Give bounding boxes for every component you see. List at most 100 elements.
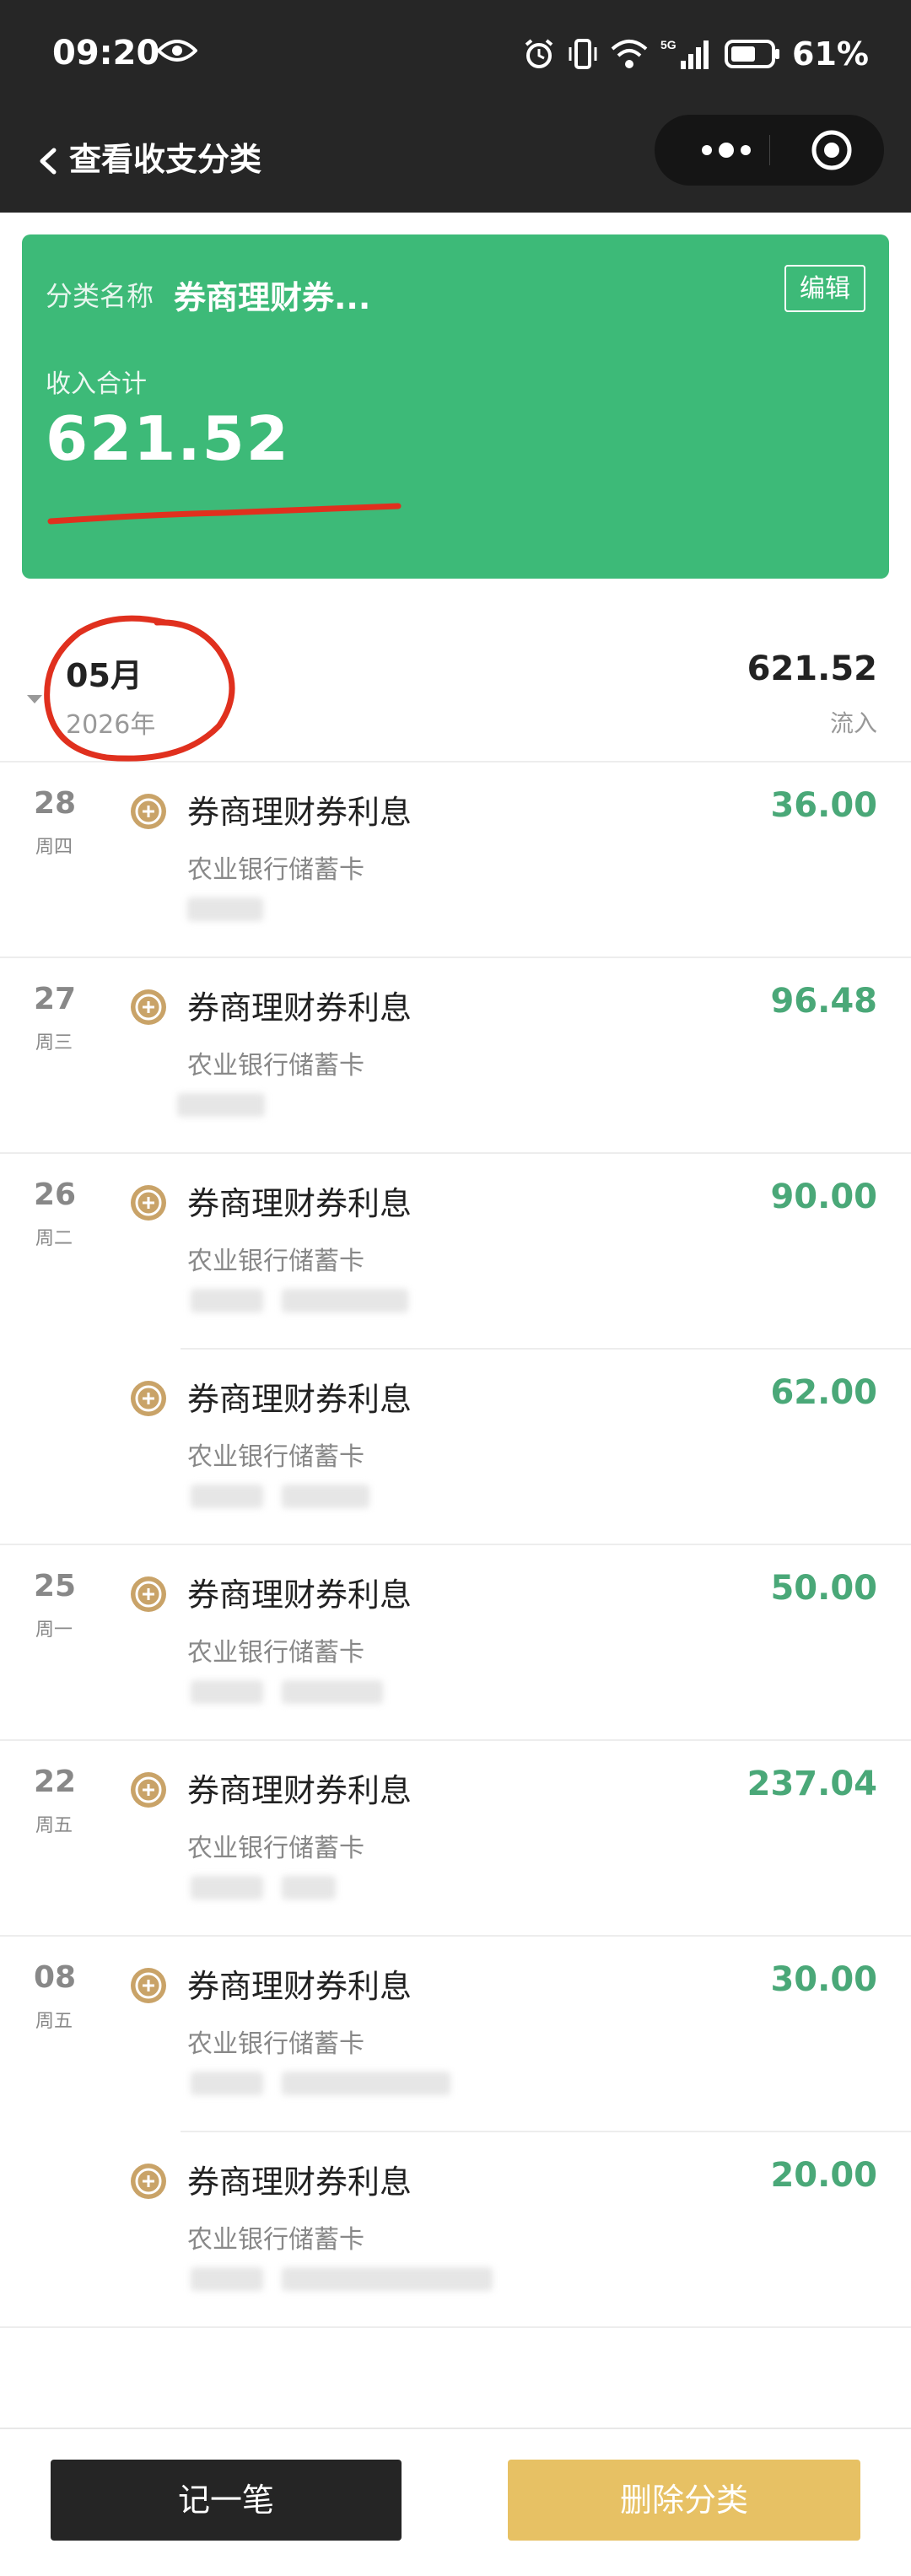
redacted-note (282, 2072, 450, 2095)
redacted-note (282, 1876, 336, 1900)
edit-button[interactable]: 编辑 (784, 265, 865, 312)
transaction-row[interactable]: 券商理财券利息 农业银行储蓄卡 62.00 (0, 1350, 911, 1545)
flow-label: 流入 (829, 709, 877, 737)
redacted-note (191, 1876, 263, 1900)
transaction-account: 农业银行储蓄卡 (187, 2225, 364, 2255)
weekday: 周二 (35, 1228, 73, 1249)
redacted-note (282, 1485, 369, 1508)
transaction-account: 农业银行储蓄卡 (187, 1834, 364, 1863)
redacted-note (191, 1289, 263, 1312)
weekday: 周三 (35, 1032, 73, 1054)
red-circle-annotation (44, 615, 235, 762)
eye-icon (157, 40, 197, 62)
5g-signal-icon: 5G (660, 38, 709, 69)
category-name: 券商理财券... (174, 279, 371, 316)
redacted-note (282, 2267, 493, 2291)
weekday: 周五 (35, 1815, 73, 1836)
day-number: 28 (34, 786, 77, 821)
redacted-note (191, 1680, 263, 1704)
transaction-row[interactable]: 26 周二 券商理财券利息 农业银行储蓄卡 90.00 (0, 1154, 911, 1350)
redacted-note (282, 1289, 408, 1312)
transaction-account: 农业银行储蓄卡 (187, 1051, 364, 1081)
transaction-list: 28 周四 券商理财券利息 农业银行储蓄卡 36.00 27 周三 券商理财券利… (0, 763, 911, 2328)
more-dots-icon[interactable] (688, 133, 764, 167)
transaction-title: 券商理财券利息 (187, 1968, 412, 2005)
weekday: 周一 (35, 1619, 73, 1641)
coin-icon (131, 1381, 166, 1416)
transaction-title: 券商理财券利息 (187, 2164, 412, 2201)
target-circle-icon[interactable] (810, 128, 854, 172)
coin-icon (131, 989, 166, 1025)
coin-icon (131, 1968, 166, 2003)
transaction-row[interactable]: 08 周五 券商理财券利息 农业银行储蓄卡 30.00 (0, 1937, 911, 2132)
coin-icon (131, 1576, 166, 1612)
day-number: 27 (34, 982, 77, 1016)
transaction-amount: 62.00 (770, 1373, 877, 1412)
bottom-action-bar: 记一笔 删除分类 (0, 2428, 911, 2576)
capsule-divider (769, 135, 770, 165)
chevron-left-icon[interactable] (30, 135, 73, 186)
transaction-title: 券商理财券利息 (187, 1772, 412, 1809)
status-bar: 09:20 5G 61% (0, 0, 911, 110)
transaction-amount: 30.00 (770, 1960, 877, 1999)
day-number: 22 (34, 1765, 77, 1799)
transaction-title: 券商理财券利息 (187, 794, 412, 831)
status-time: 09:20 (52, 34, 160, 73)
coin-icon (131, 794, 166, 829)
month-group-header[interactable]: 05月 2026年 621.52 流入 (0, 607, 911, 763)
transaction-account: 农业银行储蓄卡 (187, 1247, 364, 1276)
battery-icon (725, 40, 780, 68)
top-bar: 09:20 5G 61% 查看收支分类 (0, 0, 911, 213)
transaction-account: 农业银行储蓄卡 (187, 2029, 364, 2059)
red-underline-annotation (47, 503, 402, 525)
coin-icon (131, 1185, 166, 1221)
month-total: 621.52 (747, 649, 877, 688)
transaction-title: 券商理财券利息 (187, 1185, 412, 1222)
battery-percent: 61% (792, 35, 869, 73)
coin-icon (131, 2164, 166, 2199)
transaction-row[interactable]: 25 周一 券商理财券利息 农业银行储蓄卡 50.00 (0, 1545, 911, 1741)
svg-text:5G: 5G (660, 38, 677, 51)
wifi-icon (611, 40, 648, 68)
category-summary-card: 分类名称 券商理财券... 编辑 收入合计 621.52 (22, 234, 889, 579)
transaction-row[interactable]: 27 周三 券商理财券利息 农业银行储蓄卡 96.48 (0, 958, 911, 1154)
redacted-note (191, 2267, 263, 2291)
day-number: 08 (34, 1960, 77, 1995)
weekday: 周五 (35, 2011, 73, 2032)
transaction-title: 券商理财券利息 (187, 989, 412, 1027)
transaction-amount: 20.00 (770, 2156, 877, 2195)
transaction-account: 农业银行储蓄卡 (187, 855, 364, 885)
mini-program-capsule (655, 115, 884, 186)
vibrate-icon (569, 39, 597, 69)
transaction-title: 券商理财券利息 (187, 1381, 412, 1418)
weekday: 周四 (35, 837, 73, 858)
income-total-label: 收入合计 (46, 369, 147, 399)
transaction-title: 券商理财券利息 (187, 1576, 412, 1614)
redacted-note (191, 2072, 263, 2095)
transaction-amount: 237.04 (747, 1765, 877, 1803)
nav-bar: 查看收支分类 (0, 110, 911, 213)
redacted-note (282, 1680, 383, 1704)
transaction-amount: 90.00 (770, 1178, 877, 1216)
day-number: 26 (34, 1178, 77, 1212)
transaction-amount: 36.00 (770, 786, 877, 825)
record-entry-button[interactable]: 记一笔 (51, 2460, 402, 2541)
transaction-amount: 96.48 (770, 982, 877, 1021)
income-total-value: 621.52 (46, 403, 290, 474)
redacted-note (187, 897, 263, 921)
coin-icon (131, 1772, 166, 1808)
transaction-amount: 50.00 (770, 1569, 877, 1608)
transaction-row[interactable]: 券商理财券利息 农业银行储蓄卡 20.00 (0, 2132, 911, 2328)
transaction-account: 农业银行储蓄卡 (187, 1442, 364, 1472)
redacted-note (177, 1093, 265, 1117)
transaction-account: 农业银行储蓄卡 (187, 1638, 364, 1668)
status-icons: 5G 61% (522, 32, 869, 76)
delete-category-button[interactable]: 删除分类 (508, 2460, 860, 2541)
category-label: 分类名称 (46, 280, 154, 312)
alarm-icon (525, 39, 553, 68)
redacted-note (191, 1485, 263, 1508)
transaction-row[interactable]: 22 周五 券商理财券利息 农业银行储蓄卡 237.04 (0, 1741, 911, 1937)
transaction-row[interactable]: 28 周四 券商理财券利息 农业银行储蓄卡 36.00 (0, 763, 911, 958)
day-number: 25 (34, 1569, 77, 1603)
page-title: 查看收支分类 (69, 141, 262, 178)
